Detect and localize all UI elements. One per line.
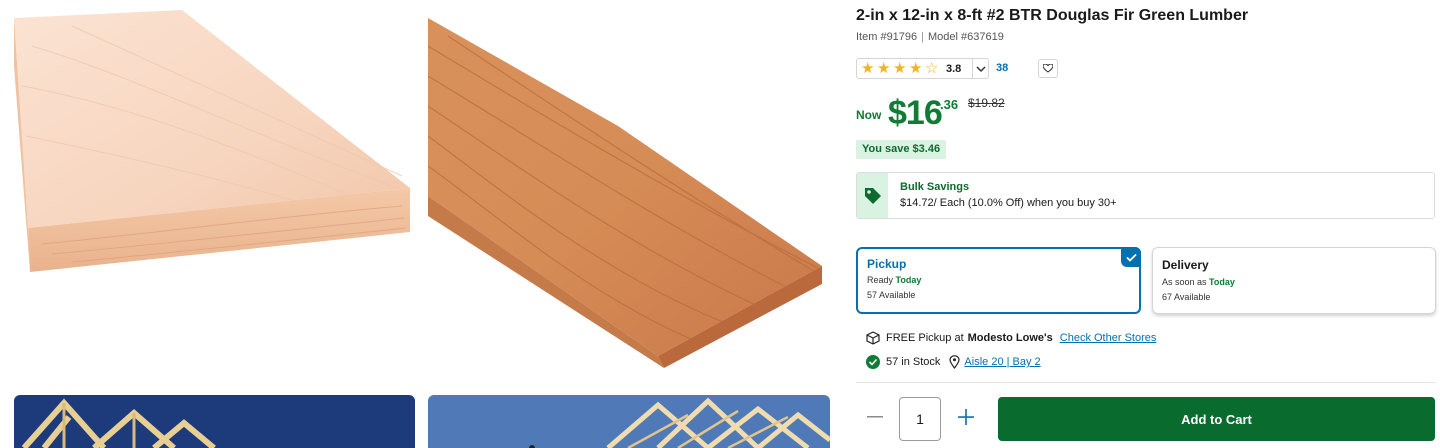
- delivery-soon-prefix: As soon as: [1162, 277, 1207, 287]
- pickup-available: 57 Available: [867, 290, 916, 300]
- delivery-soon-day: Today: [1209, 277, 1235, 287]
- pickup-ready-day: Today: [895, 275, 922, 285]
- stock-line: 57 in Stock Aisle 20 | Bay 2: [866, 355, 1041, 369]
- favorite-button[interactable]: [1038, 59, 1058, 78]
- pickup-ready-prefix: Ready: [867, 275, 894, 285]
- meta-separator: |: [921, 31, 925, 43]
- product-image-2[interactable]: [428, 6, 830, 368]
- divider: [856, 382, 1436, 383]
- product-meta: Item #91796 | Model #637619: [856, 31, 1004, 43]
- star-empty-icon: ☆: [925, 60, 939, 77]
- rating-value: 3.8: [946, 62, 962, 75]
- was-price: $19.82: [968, 96, 1005, 110]
- product-image-4[interactable]: [428, 395, 830, 448]
- store-box-icon: [866, 331, 880, 345]
- delivery-available: 67 Available: [1162, 292, 1211, 302]
- quantity-decrease-button[interactable]: [865, 407, 885, 427]
- add-to-cart-button[interactable]: Add to Cart: [998, 397, 1435, 441]
- delivery-soon: As soon as Today: [1162, 277, 1235, 287]
- heart-icon: [1043, 64, 1053, 73]
- bulk-savings-banner: Bulk Savings $14.72/ Each (10.0% Off) wh…: [856, 172, 1435, 219]
- product-info-panel: 2-in x 12-in x 8-ft #2 BTR Douglas Fir G…: [856, 0, 1436, 448]
- product-image-3[interactable]: [14, 395, 415, 448]
- pickup-ready: Ready Today: [867, 275, 921, 285]
- aisle-location-link[interactable]: Aisle 20 | Bay 2: [964, 356, 1040, 368]
- star-icon: ★: [909, 60, 923, 77]
- minus-icon: [867, 416, 883, 418]
- check-other-stores-link[interactable]: Check Other Stores: [1060, 332, 1157, 344]
- pickup-title: Pickup: [867, 257, 907, 271]
- item-number: Item #91796: [856, 31, 918, 43]
- stock-count: 57 in Stock: [886, 356, 941, 368]
- savings-badge: You save $3.46: [856, 140, 947, 159]
- star-icon: ★: [893, 60, 907, 77]
- in-stock-check-icon: [866, 355, 880, 369]
- price-dollars: $16: [888, 94, 943, 132]
- checkmark-icon: [1121, 247, 1141, 267]
- bulk-savings-description: $14.72/ Each (10.0% Off) when you buy 30…: [900, 197, 1117, 209]
- delivery-title: Delivery: [1162, 258, 1209, 272]
- quantity-input[interactable]: [899, 397, 941, 441]
- bulk-savings-title: Bulk Savings: [900, 181, 970, 193]
- product-title: 2-in x 12-in x 8-ft #2 BTR Douglas Fir G…: [856, 7, 1249, 24]
- star-icon: ★: [877, 60, 891, 77]
- price-cents: .36: [940, 97, 959, 112]
- store-name: Modesto Lowe's: [967, 332, 1053, 344]
- free-pickup-line: FREE Pickup at Modesto Lowe's Check Othe…: [866, 331, 1156, 345]
- quantity-increase-button[interactable]: [956, 407, 976, 427]
- tag-icon: [857, 173, 888, 218]
- location-pin-icon: [949, 355, 961, 369]
- review-count-link[interactable]: 38: [996, 62, 1008, 74]
- pickup-option[interactable]: Pickup Ready Today 57 Available: [856, 247, 1141, 314]
- model-number: Model #637619: [928, 31, 1004, 43]
- plus-icon: [958, 409, 974, 425]
- product-image-gallery: [0, 0, 840, 448]
- now-label: Now: [856, 108, 882, 122]
- free-pickup-prefix: FREE Pickup at: [886, 332, 964, 344]
- product-image-1[interactable]: [12, 6, 414, 278]
- chevron-down-icon[interactable]: [972, 59, 989, 78]
- delivery-option[interactable]: Delivery As soon as Today 67 Available: [1152, 247, 1436, 314]
- star-icon: ★: [861, 60, 875, 77]
- rating-summary[interactable]: ★ ★ ★ ★ ☆ 3.8: [856, 58, 989, 79]
